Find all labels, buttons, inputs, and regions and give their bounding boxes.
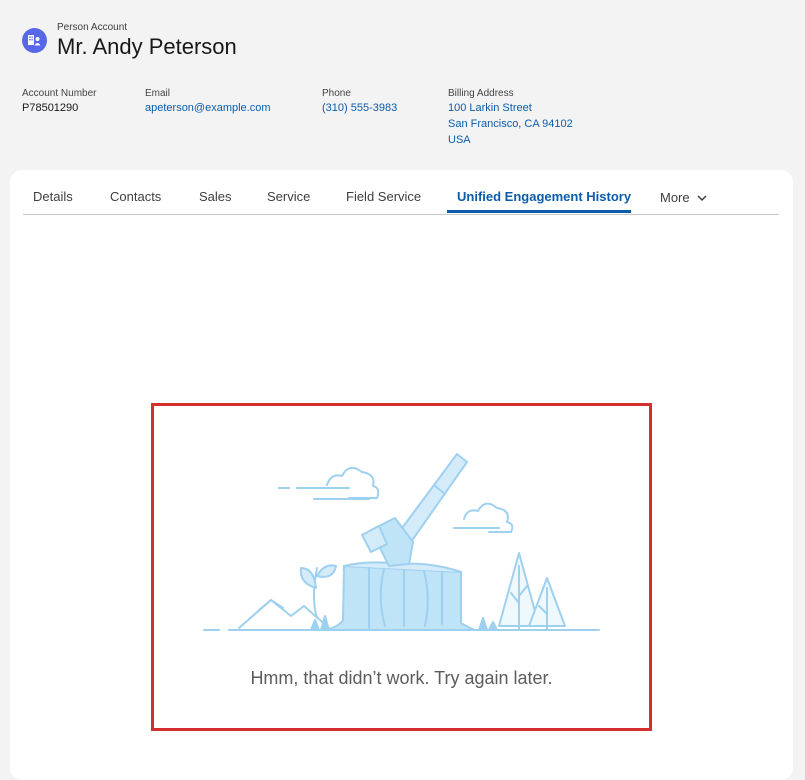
tab-unified-engagement-history[interactable]: Unified Engagement History: [457, 189, 631, 204]
object-type-label: Person Account: [57, 22, 128, 33]
phone-field: Phone (310) 555-3983: [322, 87, 397, 116]
record-title: Mr. Andy Peterson: [57, 34, 237, 59]
error-message: Hmm, that didn’t work. Try again later.: [250, 668, 553, 688]
tab-bar: Details Contacts Sales Service Field Ser…: [23, 170, 779, 215]
tab-more-label: More: [660, 190, 690, 205]
phone-link[interactable]: (310) 555-3983: [322, 100, 397, 116]
error-highlight-box: Hmm, that didn’t work. Try again later.: [151, 403, 652, 731]
billing-address-field: Billing Address 100 Larkin Street San Fr…: [448, 87, 573, 148]
account-number-value: P78501290: [22, 102, 79, 114]
email-label: Email: [145, 88, 171, 99]
account-number-label: Account Number: [22, 88, 97, 99]
axe-in-stump-icon: [203, 453, 600, 631]
tab-card: Details Contacts Sales Service Field Ser…: [10, 170, 793, 780]
tab-field-service[interactable]: Field Service: [346, 189, 421, 204]
billing-address-label: Billing Address: [448, 88, 514, 99]
tab-contacts[interactable]: Contacts: [110, 189, 161, 204]
email-link[interactable]: apeterson@example.com: [145, 100, 271, 116]
tab-service[interactable]: Service: [267, 189, 310, 204]
person-account-icon: [22, 28, 47, 53]
tab-details[interactable]: Details: [33, 189, 73, 204]
billing-address-line1[interactable]: 100 Larkin Street: [448, 100, 573, 116]
tab-sales[interactable]: Sales: [199, 189, 232, 204]
active-tab-indicator: [447, 210, 631, 213]
tab-more[interactable]: More: [660, 190, 707, 205]
account-number-field: Account Number P78501290: [22, 87, 96, 116]
email-field: Email apeterson@example.com: [145, 87, 271, 116]
billing-address-line3[interactable]: USA: [448, 132, 573, 148]
record-header: Person Account Mr. Andy Peterson Account…: [0, 0, 805, 170]
billing-address-line2[interactable]: San Francisco, CA 94102: [448, 116, 573, 132]
chevron-down-icon: [697, 195, 707, 202]
phone-label: Phone: [322, 88, 351, 99]
